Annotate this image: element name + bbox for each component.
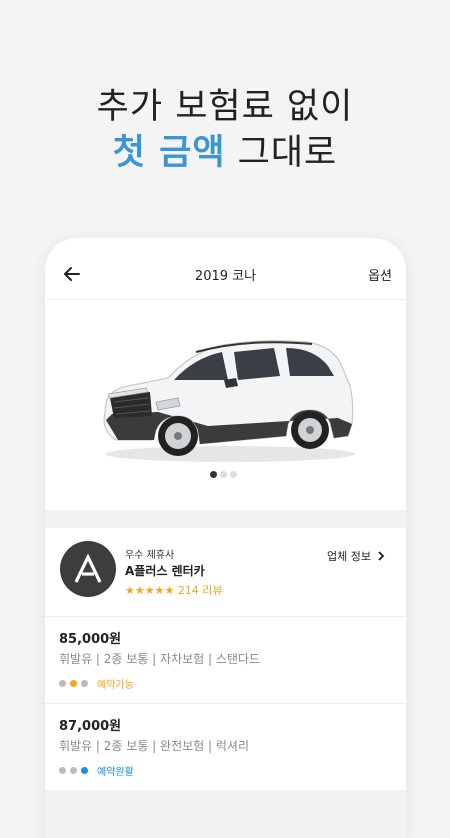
plan-description: 휘발유 | 2종 보통 | 자차보험 | 스탠다드 bbox=[59, 652, 261, 666]
carousel-dot-active[interactable] bbox=[210, 471, 217, 478]
status-dot bbox=[81, 680, 88, 687]
headline-accent: 첫 금액 bbox=[112, 133, 226, 173]
status-label: 예약원활 bbox=[97, 767, 134, 778]
status-dot-active bbox=[81, 767, 88, 774]
headline-line-2: 첫 금액 그대로 bbox=[0, 130, 450, 176]
status-dot-active bbox=[70, 680, 77, 687]
status-dot bbox=[70, 767, 77, 774]
headline-rest: 그대로 bbox=[225, 133, 338, 173]
plan-price: 85,000원 bbox=[59, 632, 122, 647]
car-image bbox=[103, 340, 355, 462]
vendor-tagline: 우수 제휴사 bbox=[125, 550, 175, 561]
carousel-dot[interactable] bbox=[220, 471, 227, 478]
app-bar-divider bbox=[45, 299, 406, 300]
vendor-logo-mark-icon bbox=[74, 554, 102, 583]
car-detail-card: 2019 코나 옵션 bbox=[45, 238, 406, 510]
phone-mockup: 2019 코나 옵션 우수 제휴사 A플러스 렌터카 ★★★★★ 214 리뷰 … bbox=[45, 238, 406, 838]
review-count[interactable]: 214 리뷰 bbox=[178, 584, 223, 597]
carousel-dot[interactable] bbox=[230, 471, 237, 478]
vendor-info-link[interactable]: 업체 정보 bbox=[327, 548, 385, 564]
status-dot bbox=[59, 680, 66, 687]
vendor-card: 우수 제휴사 A플러스 렌터카 ★★★★★ 214 리뷰 업체 정보 bbox=[45, 528, 406, 616]
plan-description: 휘발유 | 2종 보통 | 완전보험 | 럭셔리 bbox=[59, 739, 249, 753]
headline: 추가 보험료 없이 첫 금액 그대로 bbox=[0, 84, 450, 176]
plan-status: 예약원활 bbox=[59, 763, 134, 778]
star-rating-icon: ★★★★★ bbox=[125, 584, 175, 597]
vendor-name: A플러스 렌터카 bbox=[125, 564, 205, 578]
option-button[interactable]: 옵션 bbox=[368, 265, 392, 284]
plan-price: 87,000원 bbox=[59, 719, 122, 734]
plan-status: 예약가능 bbox=[59, 676, 134, 691]
status-dot bbox=[59, 767, 66, 774]
app-bar: 2019 코나 옵션 bbox=[45, 262, 406, 288]
vendor-rating: ★★★★★ 214 리뷰 bbox=[125, 582, 223, 598]
page-title: 2019 코나 bbox=[194, 269, 257, 284]
headline-line-1: 추가 보험료 없이 bbox=[96, 87, 354, 127]
chevron-right-icon bbox=[378, 551, 385, 561]
vendor-info-label: 업체 정보 bbox=[327, 550, 371, 563]
plan-item[interactable]: 87,000원 휘발유 | 2종 보통 | 완전보험 | 럭셔리 예약원활 bbox=[45, 704, 406, 790]
plan-item[interactable]: 85,000원 휘발유 | 2종 보통 | 자차보험 | 스탠다드 예약가능 bbox=[45, 617, 406, 703]
status-label: 예약가능 bbox=[97, 680, 134, 691]
vendor-logo bbox=[60, 541, 116, 597]
carousel-indicator bbox=[210, 471, 237, 478]
